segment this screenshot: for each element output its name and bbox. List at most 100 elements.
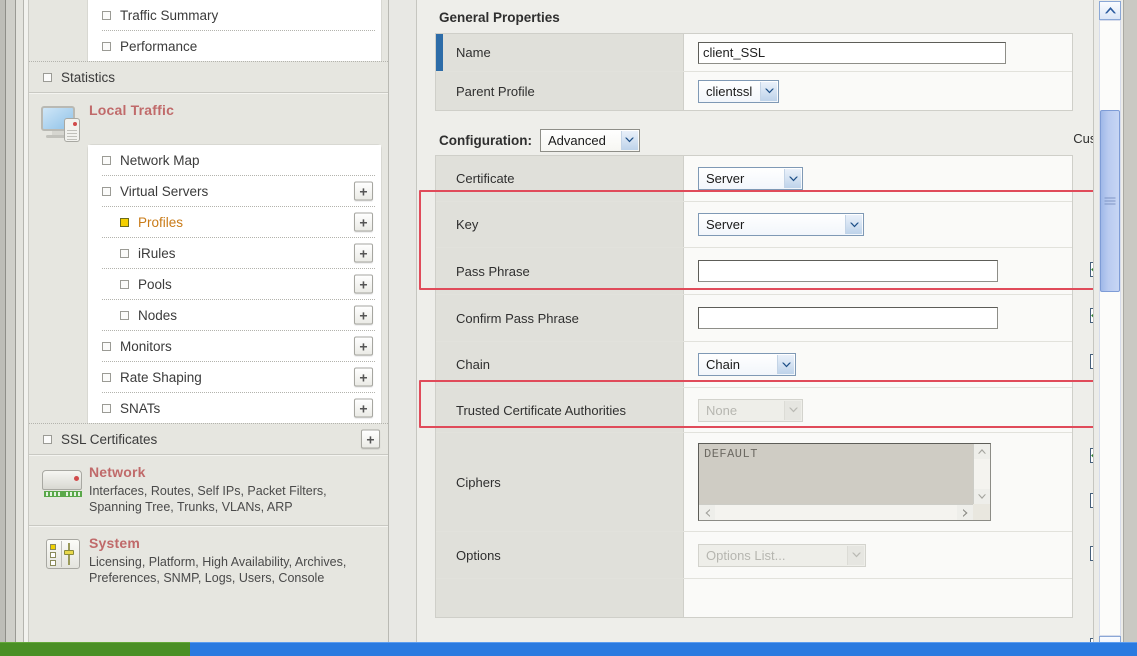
general-properties-table: Name Parent Profile clientssl (435, 33, 1073, 111)
ciphers-textarea[interactable]: DEFAULT (698, 443, 991, 521)
chevron-up-icon[interactable] (974, 444, 990, 459)
sidebar-item-label: Nodes (138, 308, 177, 323)
sidebar-item-nodes[interactable]: Nodes (88, 300, 381, 330)
ciphers-vertical-scrollbar[interactable] (973, 444, 990, 504)
taskbar-green-segment[interactable] (0, 642, 190, 656)
row-label: Pass Phrase (436, 248, 684, 294)
chevron-down-icon (784, 401, 801, 420)
sidebar-item-traffic-summary[interactable]: Traffic Summary (88, 0, 381, 30)
expand-plus-button[interactable] (354, 368, 373, 387)
select-value: clientssl (706, 84, 760, 99)
row-value: DEFAULT (684, 433, 1072, 531)
sidebar-item-rate-shaping[interactable]: Rate Shaping (88, 362, 381, 392)
expand-plus-button[interactable] (354, 244, 373, 263)
nav-module-network[interactable]: Network Interfaces, Routes, Self IPs, Pa… (29, 456, 388, 525)
sidebar-item-pools[interactable]: Pools (88, 269, 381, 299)
sidebar-item-label: iRules (138, 246, 176, 261)
checkbox-bullet-icon (120, 249, 129, 258)
expand-plus-button[interactable] (354, 399, 373, 418)
name-input[interactable] (698, 42, 1006, 64)
custom-label: Custom (1073, 131, 1093, 146)
sidebar-item-label: SNATs (120, 401, 160, 416)
sidebar-item-performance[interactable]: Performance (88, 31, 381, 61)
window-edge-strip-inner (16, 0, 24, 656)
sidebar-item-statistics[interactable]: Statistics (29, 62, 389, 92)
table-row: Name (436, 34, 1072, 72)
sidebar-item-network-map[interactable]: Network Map (88, 145, 381, 175)
row-value: clientssl (684, 72, 1072, 110)
sidebar-item-label: Rate Shaping (120, 370, 202, 385)
sidebar-item-irules[interactable]: iRules (88, 238, 381, 268)
row-label: Trusted Certificate Authorities (436, 388, 684, 432)
sidebar-item-ssl-certificates[interactable]: SSL Certificates (29, 424, 389, 454)
expand-plus-button[interactable] (361, 430, 380, 449)
row-value: None (684, 388, 1072, 432)
row-label: Ciphers (436, 433, 684, 531)
row-value (684, 295, 1072, 341)
sidebar-item-virtual-servers[interactable]: Virtual Servers (88, 176, 381, 206)
table-row: Chain Chain (436, 342, 1072, 388)
chevron-right-icon[interactable] (957, 505, 973, 520)
table-row: Options Options List... (436, 532, 1072, 579)
window-edge-strip-mid (6, 0, 16, 656)
outer-window-gutter (1123, 0, 1137, 656)
sidebar-item-profiles[interactable]: Profiles (88, 207, 381, 237)
checkbox-bullet-icon (102, 373, 111, 382)
key-select[interactable]: Server (698, 213, 864, 236)
expand-plus-button[interactable] (354, 275, 373, 294)
ciphers-checkbox-wrap (1074, 523, 1093, 583)
sidebar-item-label: Statistics (61, 70, 115, 85)
row-label: Parent Profile (436, 72, 684, 110)
checkbox-bullet-icon (102, 42, 111, 51)
options-select: Options List... (698, 544, 866, 567)
expand-plus-button[interactable] (354, 182, 373, 201)
left-navigation-panel[interactable]: Traffic Summary Performance Statistics (29, 0, 389, 656)
nav-local-traffic-items: Network Map Virtual Servers Profiles iRu… (87, 144, 382, 423)
pass-phrase-input[interactable] (698, 260, 998, 282)
scrollbar-grip-icon (1105, 196, 1116, 207)
select-value: Options List... (706, 548, 847, 563)
checkbox-bullet-icon (102, 11, 111, 20)
confirm-pass-phrase-input[interactable] (698, 307, 998, 329)
row-label: Confirm Pass Phrase (436, 295, 684, 341)
expand-plus-button[interactable] (354, 337, 373, 356)
chevron-up-icon[interactable] (1099, 1, 1121, 20)
nav-separator-light (29, 93, 388, 94)
sidebar-item-label: Monitors (120, 339, 172, 354)
chevron-left-icon[interactable] (699, 505, 715, 520)
table-row: Key Server (436, 202, 1072, 248)
page-vertical-scrollbar[interactable] (1093, 0, 1123, 656)
tca-checkbox-wrap (1074, 478, 1093, 523)
checkbox-bullet-icon (102, 156, 111, 165)
row-value (684, 34, 1072, 71)
chain-select[interactable]: Chain (698, 353, 796, 376)
scrollbar-thumb[interactable] (1100, 110, 1120, 292)
table-row: Ciphers DEFAULT (436, 433, 1072, 532)
sidebar-item-snats[interactable]: SNATs (88, 393, 381, 423)
certificate-checkbox-wrap (1074, 246, 1093, 292)
ciphers-horizontal-scrollbar[interactable] (699, 504, 990, 520)
configuration-table: Certificate Server Key Server (435, 155, 1073, 618)
row-value: Server (684, 202, 1072, 247)
expand-plus-button[interactable] (354, 213, 373, 232)
sidebar-item-label: SSL Certificates (61, 432, 157, 447)
nav-content-gutter (389, 0, 417, 656)
chevron-down-icon[interactable] (974, 489, 990, 504)
nav-module-local-traffic-header[interactable]: Local Traffic (29, 94, 388, 144)
taskbar-blue-segment[interactable] (190, 642, 1137, 656)
scrollbar-corner (973, 504, 990, 520)
configuration-select[interactable]: Advanced (540, 129, 640, 152)
system-settings-icon (37, 535, 89, 586)
table-row: Parent Profile clientssl (436, 72, 1072, 110)
sidebar-item-monitors[interactable]: Monitors (88, 331, 381, 361)
nav-top-section: Traffic Summary Performance Statistics (29, 0, 388, 94)
nav-module-system[interactable]: System Licensing, Platform, High Availab… (29, 527, 388, 596)
parent-profile-select[interactable]: clientssl (698, 80, 779, 103)
expand-plus-button[interactable] (354, 306, 373, 325)
taskbar[interactable] (0, 642, 1137, 656)
certificate-select[interactable]: Server (698, 167, 803, 190)
nav-module-title: Local Traffic (89, 102, 382, 118)
table-row: Confirm Pass Phrase (436, 295, 1072, 342)
nav-module-description: Licensing, Platform, High Availability, … (89, 554, 382, 586)
nav-top-leaf-panel: Traffic Summary Performance (87, 0, 382, 61)
